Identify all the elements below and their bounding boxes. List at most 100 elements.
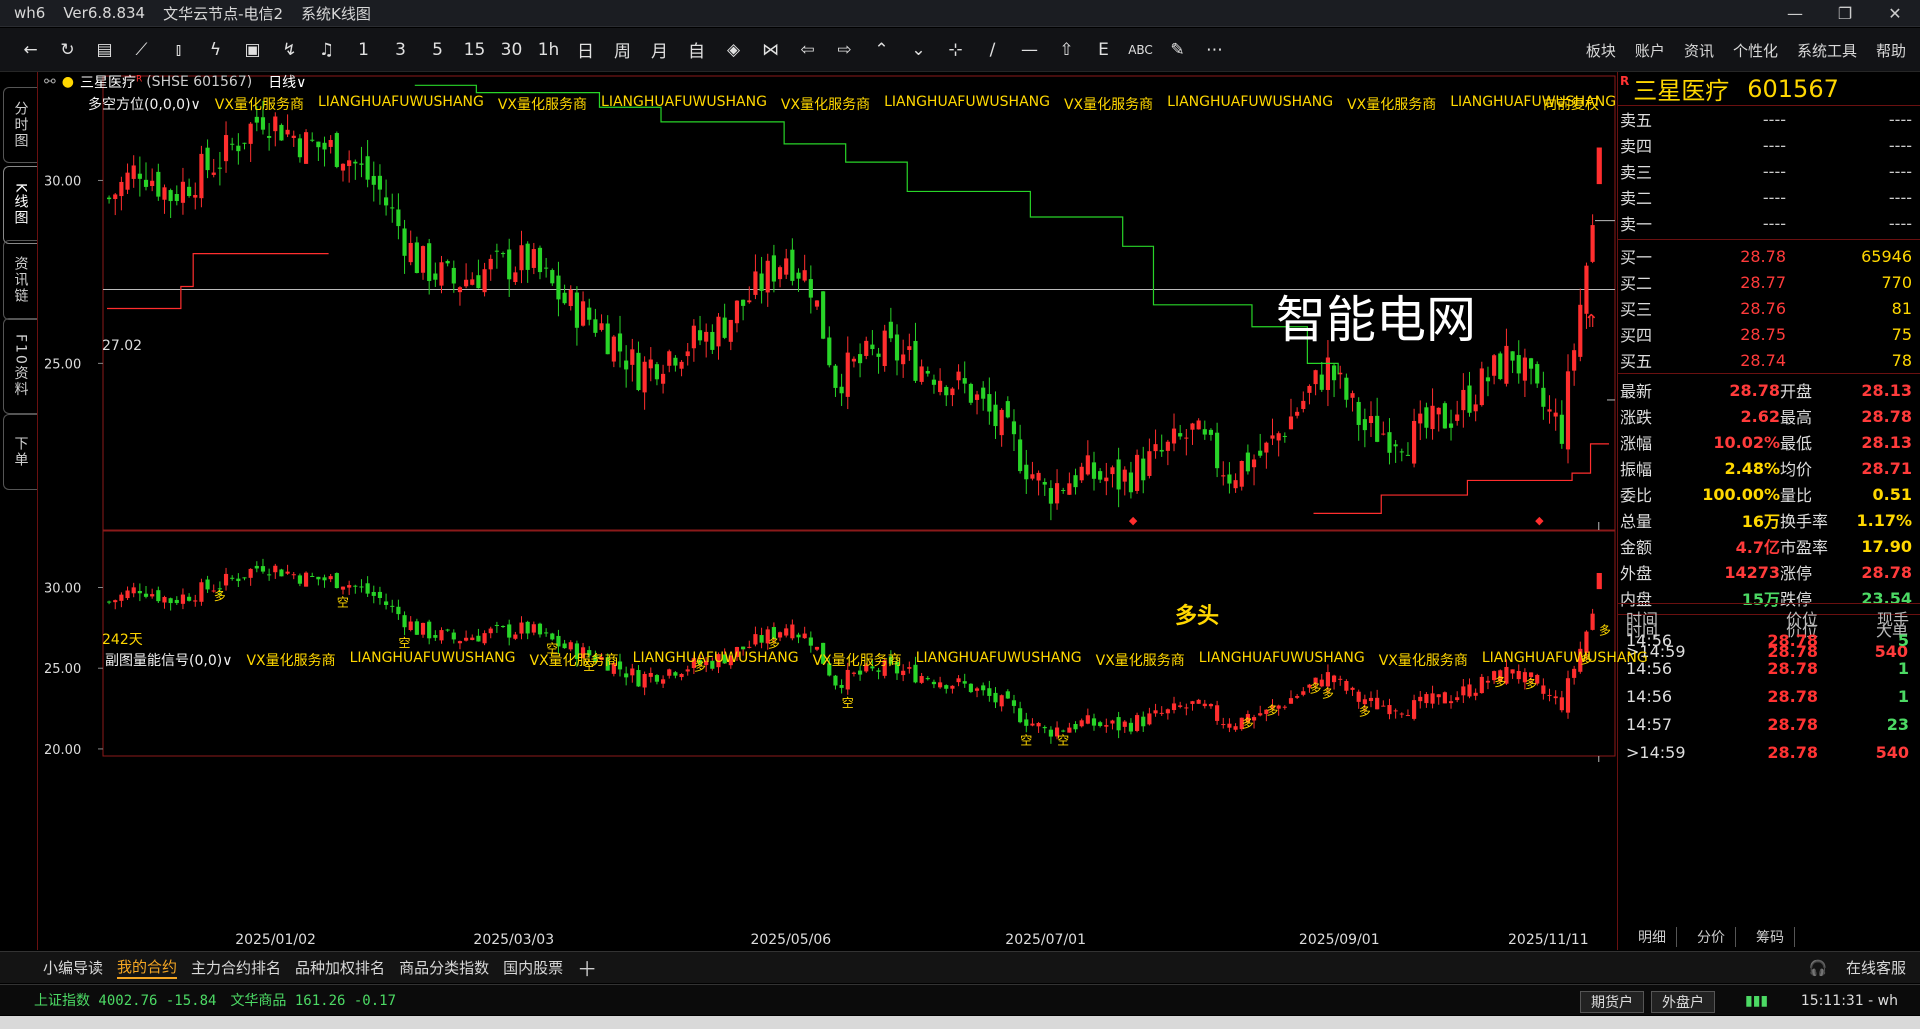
- prev-icon[interactable]: ⇦: [789, 34, 826, 66]
- period-button[interactable]: 15: [456, 34, 493, 66]
- ask-row[interactable]: 卖三 ---- ----: [1618, 158, 1920, 184]
- sub-candle-body: [285, 571, 290, 574]
- menu-item[interactable]: 资讯: [1684, 40, 1714, 61]
- quote-tab[interactable]: 明细: [1638, 927, 1677, 947]
- candle-body: [679, 361, 684, 369]
- quote-tab[interactable]: 筹码: [1756, 927, 1795, 947]
- bell-icon[interactable]: ♫: [308, 34, 345, 66]
- foreign-account-button[interactable]: 外盘户: [1651, 991, 1715, 1013]
- adjust-mode-label[interactable]: 向前复权: [1543, 94, 1599, 114]
- chart-area[interactable]: 30.00 25.00 30.00 25.00 20.00 ⇑ ◆ ◆ 多空空空空多多空空空多多…: [38, 72, 1616, 950]
- draw-line-icon[interactable]: ∕: [974, 34, 1011, 66]
- cloud-icon[interactable]: ↯: [271, 34, 308, 66]
- zoom-out-icon[interactable]: ⋈: [752, 34, 789, 66]
- period-button[interactable]: 3: [382, 34, 419, 66]
- maximize-icon[interactable]: ❐: [1820, 0, 1870, 27]
- menu-item[interactable]: 板块: [1586, 40, 1616, 61]
- tick-row[interactable]: >14:59 28.78 540: [1618, 739, 1920, 767]
- refresh-icon[interactable]: ↻: [49, 34, 86, 66]
- bottom-tab[interactable]: 主力合约排名: [191, 957, 281, 978]
- bid-row[interactable]: 买一 28.78 65946: [1618, 243, 1920, 269]
- next-icon[interactable]: ⇨: [826, 34, 863, 66]
- main-indicator-name[interactable]: 多空方位(0,0,0)∨: [88, 94, 201, 114]
- period-button[interactable]: 月: [641, 34, 678, 66]
- left-tab[interactable]: 分时图: [3, 87, 37, 163]
- server-node[interactable]: 文华云节点-电信2: [163, 3, 283, 24]
- menu-item[interactable]: 账户: [1635, 40, 1665, 61]
- bottom-tab[interactable]: 商品分类指数: [399, 957, 489, 978]
- more-icon[interactable]: ⋯: [1196, 34, 1233, 66]
- index-wh[interactable]: 文华商品 161.26 -0.17: [230, 990, 396, 1010]
- period-button[interactable]: 周: [604, 34, 641, 66]
- kline-chart-svg[interactable]: 30.0025.0030.0025.0020.00⇑◆ ◆多 空空 空空 多多空空 空多多…: [38, 72, 1616, 950]
- down-icon[interactable]: ⌄: [900, 34, 937, 66]
- bid-row[interactable]: 买四 28.75 75: [1618, 321, 1920, 347]
- ask-row[interactable]: 卖五 ---- ----: [1618, 106, 1920, 132]
- indicator-icon[interactable]: ϟ: [197, 34, 234, 66]
- bottom-tab[interactable]: 国内股票: [503, 957, 563, 978]
- online-service-button[interactable]: 🎧 在线客服: [1809, 957, 1906, 978]
- add-tab-icon[interactable]: ＋: [577, 953, 597, 982]
- period-button[interactable]: 5: [419, 34, 456, 66]
- period-button[interactable]: 日: [567, 34, 604, 66]
- home-icon[interactable]: ⇧: [1048, 34, 1085, 66]
- left-tab[interactable]: F10资料: [3, 318, 37, 414]
- sub-candle-body: [981, 685, 986, 691]
- tick-row[interactable]: 14:56 28.78 1: [1618, 683, 1920, 711]
- crosshair-icon[interactable]: ⊹: [937, 34, 974, 66]
- bottom-tab[interactable]: 品种加权排名: [295, 957, 385, 978]
- bid-row[interactable]: 买五 28.74 78: [1618, 347, 1920, 373]
- chart-link-icon[interactable]: ⚯: [44, 74, 56, 90]
- period-select[interactable]: 日线∨: [268, 72, 306, 92]
- candle-body: [1251, 459, 1257, 468]
- tick-row[interactable]: 14:57 28.78 23: [1618, 711, 1920, 739]
- tick-row[interactable]: 14:56 28.78 5: [1618, 627, 1920, 655]
- menu-item[interactable]: 系统工具: [1797, 40, 1857, 61]
- ask-row[interactable]: 卖一 ---- ----: [1618, 210, 1920, 236]
- system-view[interactable]: 系统K线图: [301, 3, 371, 24]
- sub-candle-body: [1005, 691, 1010, 699]
- menu-item[interactable]: 帮助: [1876, 40, 1906, 61]
- sub-indicator-title[interactable]: 副图量能信号(0,0)∨ VX量化服务商 LIANGHUAFUWUSHANG VX量…: [105, 650, 1662, 670]
- index-sh[interactable]: 上证指数 4002.76 -15.84: [34, 990, 216, 1010]
- ask-row[interactable]: 卖二 ---- ----: [1618, 184, 1920, 210]
- bottom-tab[interactable]: 我的合约: [117, 956, 178, 979]
- period-button[interactable]: 1: [345, 34, 382, 66]
- futures-account-button[interactable]: 期货户: [1580, 991, 1644, 1013]
- bid-price: 28.77: [1740, 272, 1786, 292]
- candle-icon[interactable]: ⫾: [160, 34, 197, 66]
- up-icon[interactable]: ⌃: [863, 34, 900, 66]
- watermark-text: VX量化服务商: [529, 653, 619, 669]
- zoom-in-icon[interactable]: ◈: [715, 34, 752, 66]
- calc-icon[interactable]: ▣: [234, 34, 271, 66]
- ask-row[interactable]: 卖四 ---- ----: [1618, 132, 1920, 158]
- close-icon[interactable]: ✕: [1870, 0, 1920, 27]
- pen-icon[interactable]: ✎: [1159, 34, 1196, 66]
- period-button[interactable]: 1h: [530, 34, 567, 66]
- candle-body: [1448, 423, 1454, 428]
- line-chart-icon[interactable]: ⟋: [123, 34, 160, 66]
- left-tab[interactable]: 资讯链: [3, 240, 37, 320]
- bid-row[interactable]: 买三 28.76 81: [1618, 295, 1920, 321]
- candle-body: [1381, 433, 1386, 435]
- horizontal-line-icon[interactable]: —: [1011, 34, 1048, 66]
- menu-item[interactable]: 个性化: [1733, 40, 1778, 61]
- left-tab[interactable]: K线图: [3, 166, 37, 244]
- period-button[interactable]: 自: [678, 34, 715, 66]
- back-icon[interactable]: ←: [12, 34, 49, 66]
- left-tab[interactable]: 下单: [3, 414, 37, 490]
- abc-icon[interactable]: ABC: [1122, 34, 1159, 66]
- period-button[interactable]: 30: [493, 34, 530, 66]
- candle-body: [1171, 428, 1177, 444]
- tick-row[interactable]: 14:56 28.78 1: [1618, 655, 1920, 683]
- candle-body: [759, 273, 764, 291]
- minimize-icon[interactable]: —: [1770, 0, 1820, 27]
- bottom-tab[interactable]: 小编导读: [43, 957, 103, 978]
- sub-indicator-name[interactable]: 副图量能信号(0,0)∨: [105, 650, 232, 670]
- text-e-icon[interactable]: E: [1085, 34, 1122, 66]
- bid-row[interactable]: 买二 28.77 770: [1618, 269, 1920, 295]
- quote-tab[interactable]: 分价: [1697, 927, 1736, 947]
- main-indicator-title[interactable]: 多空方位(0,0,0)∨ VX量化服务商 LIANGHUAFUWUSHANG VX量…: [88, 94, 1630, 114]
- list-icon[interactable]: ▤: [86, 34, 123, 66]
- candle-body: [568, 289, 573, 307]
